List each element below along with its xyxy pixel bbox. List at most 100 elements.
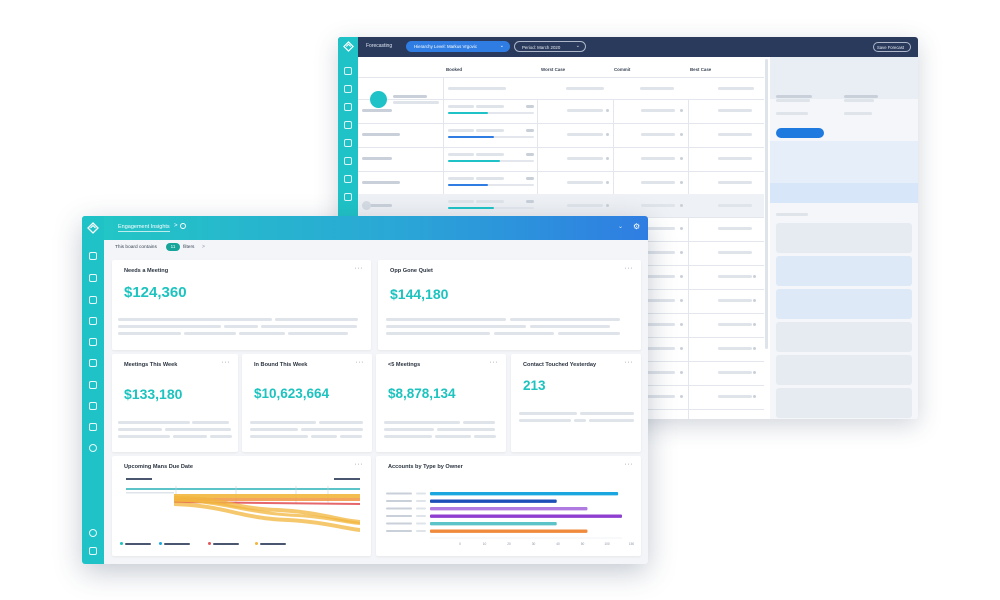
panel-primary-button[interactable] bbox=[776, 128, 824, 138]
placeholder-line bbox=[239, 332, 285, 335]
cell-status-dot bbox=[680, 275, 683, 278]
card-meetings-this-week[interactable]: Meetings This Week ··· $133,180 bbox=[112, 354, 238, 452]
save-forecast-button[interactable]: Save Forecast bbox=[873, 42, 911, 52]
chevron-down-icon: ⌄ bbox=[575, 43, 580, 49]
more-options-icon[interactable]: ··· bbox=[222, 359, 231, 366]
panel-card[interactable] bbox=[776, 322, 912, 352]
progress-fill bbox=[448, 207, 494, 209]
cell-placeholder bbox=[526, 129, 534, 132]
more-options-icon[interactable]: ··· bbox=[355, 265, 364, 272]
cell-status-dot bbox=[753, 395, 756, 398]
cell-placeholder bbox=[718, 299, 752, 302]
nav-activity-icon[interactable] bbox=[89, 252, 97, 260]
cell-placeholder bbox=[476, 177, 504, 180]
nav-chart-icon[interactable] bbox=[344, 157, 352, 165]
x-tick-label: 50 bbox=[581, 542, 585, 546]
card-title: Accounts by Type by Owner bbox=[388, 464, 463, 470]
nav-activity-icon[interactable] bbox=[344, 67, 352, 75]
cell-placeholder bbox=[476, 153, 504, 156]
grid-line bbox=[358, 171, 764, 172]
card-less-than-5-meetings[interactable]: <5 Meetings ··· $8,878,134 bbox=[376, 354, 506, 452]
panel-card[interactable] bbox=[776, 256, 912, 286]
placeholder-line bbox=[437, 428, 495, 431]
card-in-bound-this-week[interactable]: In Bound This Week ··· $10,623,664 bbox=[242, 354, 372, 452]
app-logo-icon[interactable] bbox=[343, 41, 354, 52]
column-header-best-case[interactable]: Best Case bbox=[690, 67, 711, 72]
filter-count-badge[interactable]: 11 bbox=[166, 243, 180, 251]
nav-search-icon[interactable] bbox=[344, 175, 352, 183]
card-value: $133,180 bbox=[124, 386, 183, 402]
card-accounts-by-type-by-owner[interactable]: Accounts by Type by Owner ··· 0 10 20 30 40 5… bbox=[376, 456, 641, 556]
cell-placeholder bbox=[641, 157, 675, 160]
filter-expand-icon[interactable]: > bbox=[202, 244, 205, 250]
nav-add-icon[interactable] bbox=[89, 444, 97, 452]
progress-fill bbox=[448, 160, 500, 162]
scrollbar[interactable] bbox=[765, 59, 768, 349]
more-options-icon[interactable]: ··· bbox=[625, 265, 634, 272]
nav-signpost-icon[interactable] bbox=[89, 338, 97, 346]
cell-placeholder bbox=[718, 347, 752, 350]
nav-trend-icon[interactable] bbox=[89, 423, 97, 431]
nav-flag-icon[interactable] bbox=[89, 359, 97, 367]
chevron-down-icon: ⌄ bbox=[499, 43, 504, 49]
period-dropdown[interactable]: Period: March 2020 ⌄ bbox=[514, 41, 586, 52]
panel-card[interactable] bbox=[776, 388, 912, 418]
column-header-booked[interactable]: Booked bbox=[446, 67, 462, 72]
nav-clock-icon[interactable] bbox=[344, 103, 352, 111]
nav-clock-icon[interactable] bbox=[89, 296, 97, 304]
more-options-icon[interactable]: ··· bbox=[356, 359, 365, 366]
shield-icon[interactable] bbox=[89, 547, 97, 555]
nav-location-icon[interactable] bbox=[344, 85, 352, 93]
grid-line bbox=[358, 77, 764, 78]
placeholder-line bbox=[519, 412, 577, 415]
cell-placeholder bbox=[476, 105, 504, 108]
chart-label-placeholder bbox=[334, 478, 360, 480]
nav-location-icon[interactable] bbox=[89, 274, 97, 282]
cell-placeholder bbox=[641, 109, 675, 112]
more-options-icon[interactable]: ··· bbox=[625, 359, 634, 366]
engagement-insights-window: Engagement Insights > ⌄ ⚙ This board con… bbox=[82, 216, 648, 564]
avatar bbox=[362, 201, 371, 210]
card-value: $144,180 bbox=[390, 286, 449, 302]
period-label: Period: March 2020 bbox=[522, 44, 561, 50]
nav-dollar-icon[interactable] bbox=[344, 121, 352, 129]
more-options-icon[interactable]: ··· bbox=[625, 461, 634, 468]
placeholder-line bbox=[589, 419, 634, 422]
cell-placeholder bbox=[718, 133, 752, 136]
app-logo-icon[interactable] bbox=[87, 222, 99, 234]
cell-placeholder bbox=[718, 251, 752, 254]
nav-bar-chart-icon[interactable] bbox=[344, 193, 352, 201]
placeholder-line bbox=[530, 325, 610, 328]
nav-search-icon[interactable] bbox=[89, 381, 97, 389]
card-title: <5 Meetings bbox=[388, 362, 421, 368]
bar-label-placeholder bbox=[386, 507, 412, 510]
more-options-icon[interactable]: ··· bbox=[355, 461, 364, 468]
card-needs-a-meeting[interactable]: Needs a Meeting ··· $124,360 bbox=[112, 260, 371, 350]
breadcrumb-engagement-insights[interactable]: Engagement Insights bbox=[118, 224, 170, 232]
panel-card[interactable] bbox=[776, 289, 912, 319]
nav-signpost-icon[interactable] bbox=[344, 139, 352, 147]
nav-bar-chart-icon[interactable] bbox=[89, 402, 97, 410]
search-icon[interactable] bbox=[180, 223, 186, 229]
x-tick-label: 0 bbox=[459, 542, 461, 546]
panel-card[interactable] bbox=[776, 355, 912, 385]
card-upcoming-mans-due-date[interactable]: Upcoming Mans Due Date ··· bbox=[112, 456, 371, 556]
chevron-down-icon[interactable]: ⌄ bbox=[618, 223, 623, 230]
user-profile-icon[interactable] bbox=[89, 529, 97, 537]
column-header-worst-case[interactable]: Worst Case bbox=[541, 67, 565, 72]
avatar[interactable] bbox=[370, 91, 387, 108]
gear-icon[interactable]: ⚙ bbox=[633, 222, 640, 231]
more-options-icon[interactable]: ··· bbox=[490, 359, 499, 366]
column-header-commit[interactable]: Commit bbox=[614, 67, 630, 72]
card-contact-touched-yesterday[interactable]: Contact Touched Yesterday ··· 213 bbox=[511, 354, 641, 452]
card-opp-gone-quiet[interactable]: Opp Gone Quiet ··· $144,180 bbox=[378, 260, 641, 350]
placeholder-line bbox=[301, 428, 363, 431]
panel-card[interactable] bbox=[776, 223, 912, 253]
cell-placeholder bbox=[718, 109, 752, 112]
cell-placeholder bbox=[718, 157, 752, 160]
bar-label-placeholder bbox=[386, 522, 412, 525]
bar bbox=[430, 522, 557, 526]
nav-dollar-icon[interactable] bbox=[89, 317, 97, 325]
hierarchy-level-dropdown[interactable]: Hierarchy Level: Markus Vrgovic ⌄ bbox=[406, 41, 510, 52]
cell-status-dot bbox=[680, 133, 683, 136]
